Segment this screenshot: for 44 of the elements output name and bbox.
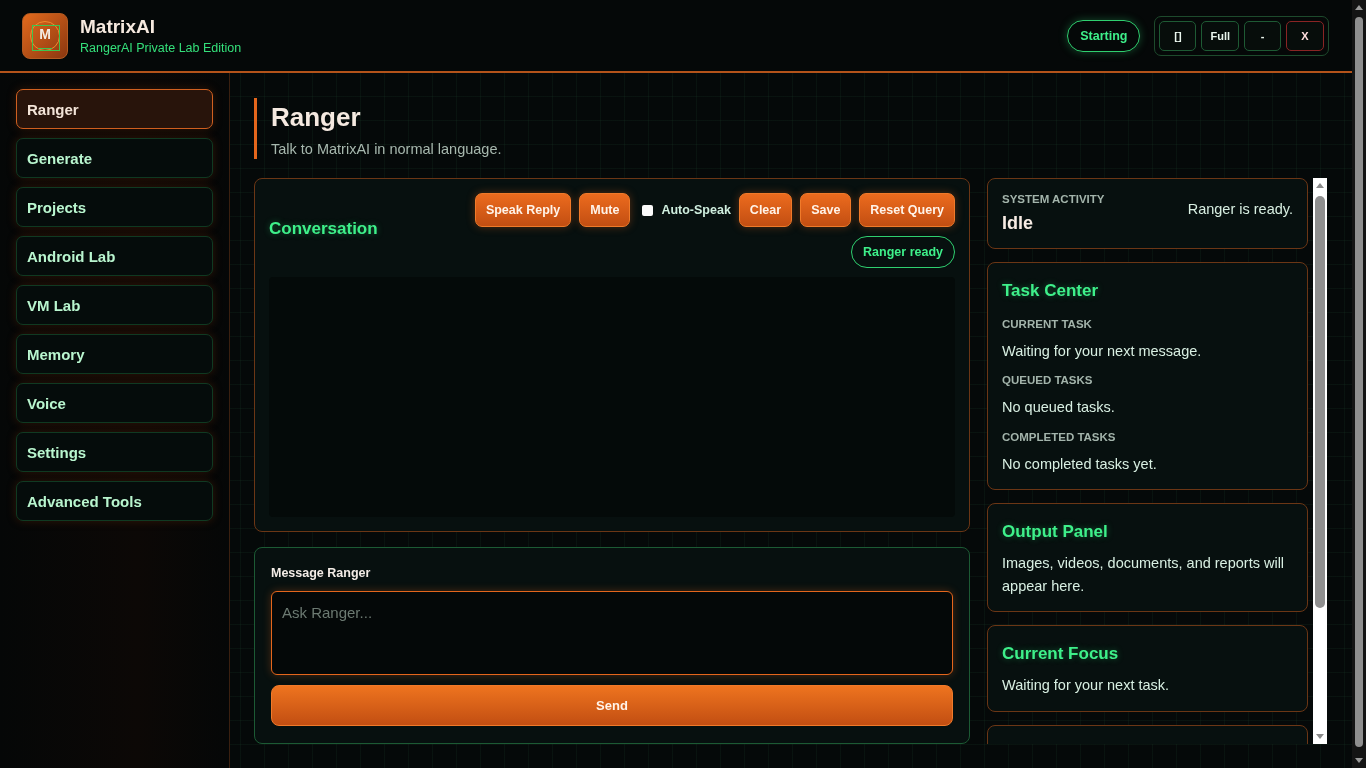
app-logo: M [22,12,68,59]
sidebar-item[interactable]: Voice [16,383,213,423]
card-text: Images, videos, documents, and reports will appear here. [1002,554,1286,596]
page-title: Ranger [271,102,362,133]
section-label: CURRENT TASK [1002,318,1093,330]
checkbox-label: Auto-Speak [661,203,731,217]
sidebar-item[interactable]: Projects [16,187,213,227]
section-label: COMPLETED TASKS [1002,430,1117,443]
sidebar-item[interactable]: Memory [16,334,213,374]
card-title: Task Center [1002,281,1100,301]
section-label: SYSTEM ACTIVITY [1002,193,1105,205]
scrollbar[interactable] [1352,0,1366,768]
field-label: Message Ranger [271,566,372,580]
close-button[interactable]: X [1286,20,1324,51]
window-button[interactable]: - [1244,20,1281,51]
card-title: Output Panel [1002,522,1109,543]
checkbox[interactable] [642,204,654,216]
sidebar-item[interactable]: Advanced Tools [16,481,213,521]
toolbar-button[interactable]: Speak Reply [474,193,572,227]
sidebar-item[interactable]: Settings [16,432,213,472]
sidebar-item[interactable]: Android Lab [16,236,213,276]
app-name: MatrixAI [80,16,156,38]
app-subtitle: RangerAI Private Lab Edition [80,41,242,55]
card-text: No completed tasks yet. [1002,454,1158,474]
sidebar-item[interactable]: Ranger [16,89,213,129]
page-subtitle: Talk to MatrixAI in normal language. [271,141,503,157]
message-field[interactable]: Ask Ranger... [271,591,953,675]
conversation-title: Conversation [269,218,378,239]
sidebar-item[interactable]: VM Lab [16,285,213,325]
section-label: QUEUED TASKS [1002,374,1094,387]
card-text: Waiting for your next message. [1002,342,1203,361]
toolbar-button[interactable]: Clear [738,193,793,227]
activity-state: Idle [1002,213,1034,234]
card-title: Current Focus [1002,644,1120,665]
scrollbar[interactable] [1313,178,1327,744]
toolbar-button[interactable]: Mute [579,193,631,227]
activity-message: Ranger is ready. [1187,200,1293,217]
sidebar-item[interactable]: Generate [16,138,213,178]
card-text: Waiting for your next task. [1002,676,1171,696]
window-button[interactable]: [] [1159,20,1197,51]
window-button[interactable]: Full [1201,20,1239,51]
toolbar-button[interactable]: Save [800,193,852,227]
card-text: No queued tasks. [1002,398,1116,418]
toolbar-button[interactable]: Reset Query [859,193,955,227]
